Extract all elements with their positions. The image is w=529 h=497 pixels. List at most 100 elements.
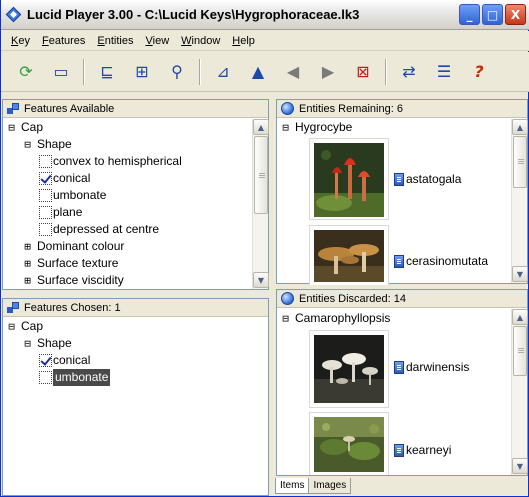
entity-item-astatogala[interactable]: astatogala — [394, 172, 461, 186]
menu-key[interactable]: Key — [5, 35, 36, 47]
checkbox[interactable] — [39, 189, 52, 202]
entities-remaining-panel: Entities Remaining: 6 ⊟ Hygrocybe astato… — [276, 99, 528, 285]
features-chosen-header: Features Chosen: 1 — [3, 299, 268, 317]
feature-state-convex-to-hemispherical[interactable]: convex to hemispherical — [39, 153, 182, 170]
entities-remaining-scrollbar[interactable]: ▲ ▼ — [511, 119, 528, 283]
tree-label: Shape — [37, 137, 72, 151]
scroll-up-arrow[interactable]: ▲ — [512, 309, 528, 325]
feature-state-plane[interactable]: plane — [39, 204, 82, 221]
filter-icon[interactable]: ⊿ — [210, 59, 236, 85]
menu-help[interactable]: Help — [226, 35, 261, 47]
entities-discarded-panel: Entities Discarded: 14 ⊟ Camarophyllopsi… — [276, 289, 528, 476]
entities-remaining-title: Entities Remaining: 6 — [299, 102, 403, 115]
entity-item-kearneyi[interactable]: kearneyi — [394, 443, 451, 457]
list-icon[interactable]: ☰ — [431, 59, 457, 85]
tree-node-shape[interactable]: ⊟ Shape — [23, 335, 72, 352]
toolbar-separator — [385, 58, 387, 85]
features-chosen-tree: ⊟ Cap ⊟ Shape conical umbonate — [3, 318, 268, 494]
expand-icon[interactable]: ⊞ — [23, 241, 32, 252]
feature-state-umbonate[interactable]: umbonate — [39, 187, 106, 204]
scroll-down-arrow[interactable]: ▼ — [512, 266, 528, 282]
maximize-button[interactable]: □ — [482, 4, 503, 25]
scroll-thumb[interactable] — [513, 326, 527, 376]
checked-checkbox[interactable] — [39, 354, 52, 367]
expand-icon[interactable]: ⊞ — [23, 275, 32, 286]
tree-node-cap[interactable]: ⊟ Cap — [7, 318, 43, 335]
expand-icon[interactable]: ⊞ — [23, 258, 32, 269]
menu-entities[interactable]: Entities — [91, 35, 139, 47]
entity-thumbnail[interactable] — [309, 330, 389, 408]
collapse-icon[interactable]: ⊟ — [281, 122, 290, 133]
collapse-icon[interactable]: ⊟ — [23, 139, 32, 150]
entity-thumbnail[interactable] — [309, 225, 389, 285]
features-chosen-title: Features Chosen: 1 — [24, 301, 121, 314]
checkbox[interactable] — [39, 223, 52, 236]
checkbox[interactable] — [39, 371, 52, 384]
collapse-icon[interactable]: ⊟ — [281, 313, 290, 324]
features-available-scrollbar[interactable]: ▲ ▼ — [252, 119, 269, 289]
entity-name: kearneyi — [406, 443, 452, 457]
tree-label: Surface viscidity — [37, 273, 124, 287]
help-icon[interactable]: ? — [466, 59, 492, 85]
auto-key-icon[interactable]: ▲ — [245, 59, 271, 85]
toolbar: ⟳ ▭ ⊑ ⊞ ⚲ ⊿ ▲ ◀ ▶ ⊠ ⇄ ☰? — [1, 52, 529, 92]
red-mushroom-photo — [314, 143, 384, 217]
view-tabs: Items Images — [275, 478, 352, 496]
back-icon[interactable]: ◀ — [280, 59, 306, 85]
scroll-thumb[interactable] — [254, 136, 268, 214]
feature-state-umbonate[interactable]: umbonate — [39, 369, 111, 386]
feature-state-conical[interactable]: conical — [39, 170, 90, 187]
tree-node-shape[interactable]: ⊟ Shape — [23, 136, 72, 153]
open-key-icon[interactable]: ▭ — [48, 59, 74, 85]
features-icon — [7, 301, 19, 314]
entity-group-label: Hygrocybe — [295, 120, 353, 134]
scroll-down-arrow[interactable]: ▼ — [512, 458, 528, 474]
window-title: Lucid Player 3.00 - C:\Lucid Keys\Hygrop… — [27, 7, 360, 22]
tab-images[interactable]: Images — [308, 478, 352, 494]
entity-thumbnail[interactable] — [309, 412, 389, 475]
menu-view[interactable]: View — [140, 35, 176, 47]
scroll-down-arrow[interactable]: ▼ — [253, 272, 269, 288]
collapse-icon[interactable]: ⊟ — [7, 122, 16, 133]
differences-icon[interactable]: ⇄ — [396, 59, 422, 85]
entity-item-darwinensis[interactable]: darwinensis — [394, 360, 469, 374]
menu-features[interactable]: Features — [36, 35, 91, 47]
tree-node-surface-texture[interactable]: ⊞ Surface texture — [23, 255, 118, 272]
prune-features-icon[interactable]: ⊑ — [94, 59, 120, 85]
tree-node-cap[interactable]: ⊟ Cap — [7, 119, 43, 136]
checkbox[interactable] — [39, 155, 52, 168]
collapse-icon[interactable]: ⊟ — [7, 321, 16, 332]
entity-group-label: Camarophyllopsis — [295, 311, 391, 325]
entity-item-cerasinomutata[interactable]: cerasinomutata — [394, 254, 488, 268]
menu-bar: Key Features Entities View Window Help — [1, 31, 529, 51]
minimize-button[interactable]: _ — [459, 4, 480, 25]
clear-features-icon[interactable]: ⊠ — [350, 59, 376, 85]
restart-icon[interactable]: ⟳ — [13, 59, 39, 85]
checkbox[interactable] — [39, 206, 52, 219]
menu-window[interactable]: Window — [175, 35, 226, 47]
scroll-up-arrow[interactable]: ▲ — [512, 119, 528, 135]
tree-node-surface-viscidity[interactable]: ⊞ Surface viscidity — [23, 272, 124, 289]
feature-state-depressed-at-centre[interactable]: depressed at centre — [39, 221, 159, 238]
tab-items[interactable]: Items — [275, 478, 310, 494]
entity-group-camarophyllopsis[interactable]: ⊟ Camarophyllopsis — [281, 310, 390, 327]
best-feature-icon[interactable]: ⊞ — [129, 59, 155, 85]
scroll-up-arrow[interactable]: ▲ — [253, 119, 269, 135]
feature-state-conical[interactable]: conical — [39, 352, 90, 369]
entities-discarded-scrollbar[interactable]: ▲ ▼ — [511, 309, 528, 475]
entity-name: astatogala — [406, 172, 462, 186]
forward-icon[interactable]: ▶ — [315, 59, 341, 85]
tree-label: conical — [53, 171, 91, 185]
collapse-icon[interactable]: ⊟ — [23, 338, 32, 349]
entity-page-icon — [394, 172, 404, 186]
tree-node-dominant-colour[interactable]: ⊞ Dominant colour — [23, 238, 124, 255]
entity-group-hygrocybe[interactable]: ⊟ Hygrocybe — [281, 119, 352, 136]
toolbar-separator — [83, 58, 85, 85]
find-icon[interactable]: ⚲ — [164, 59, 190, 85]
title-bar[interactable]: Lucid Player 3.00 - C:\Lucid Keys\Hygrop… — [1, 0, 529, 30]
entity-thumbnail[interactable] — [309, 138, 389, 220]
scroll-thumb[interactable] — [513, 136, 527, 188]
checked-checkbox[interactable] — [39, 172, 52, 185]
tree-label: umbonate — [53, 369, 111, 386]
close-button[interactable]: X — [505, 4, 526, 25]
